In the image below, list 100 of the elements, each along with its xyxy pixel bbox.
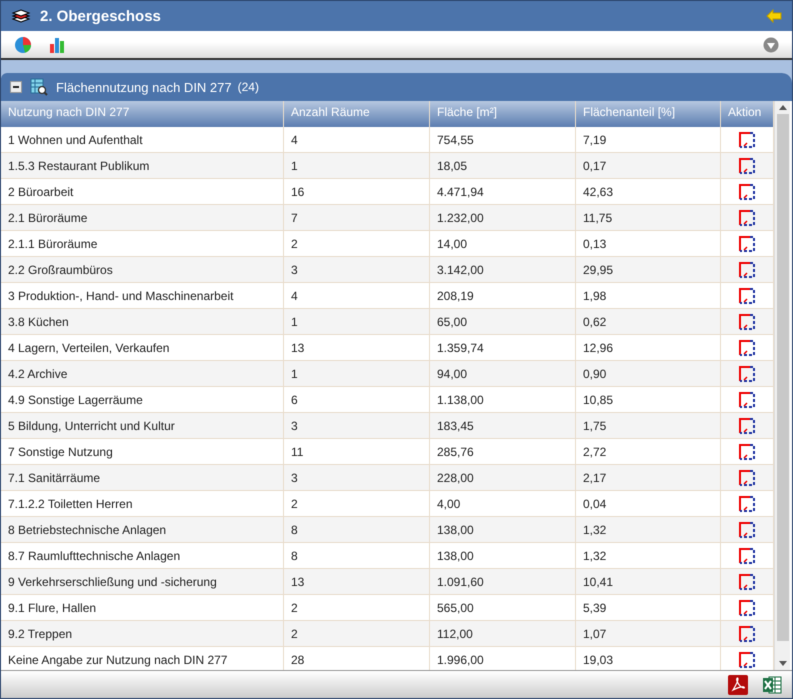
table-cell: 8.7 Raumlufttechnische Anlagen xyxy=(1,543,284,568)
table-cell: 13 xyxy=(284,335,430,360)
table-cell: 3 xyxy=(284,413,430,438)
table-cell: 4,00 xyxy=(430,491,576,516)
table-cell: 3.142,00 xyxy=(430,257,576,282)
table-cell: 754,55 xyxy=(430,127,576,152)
table-cell: 18,05 xyxy=(430,153,576,178)
table-cell: 2 xyxy=(284,595,430,620)
table-cell: 1 xyxy=(284,309,430,334)
table-cell: 5 Bildung, Unterricht und Kultur xyxy=(1,413,284,438)
table-cell: 5,39 xyxy=(576,595,721,620)
edit-frame-icon[interactable] xyxy=(739,132,755,148)
table-cell: 0,90 xyxy=(576,361,721,386)
dropdown-icon[interactable] xyxy=(763,36,779,52)
edit-frame-icon[interactable] xyxy=(739,340,755,356)
table-search-icon xyxy=(30,78,48,96)
table-cell: 9 Verkehrserschließung und -sicherung xyxy=(1,569,284,594)
table-cell: 11 xyxy=(284,439,430,464)
edit-frame-icon[interactable] xyxy=(739,288,755,304)
table-cell: 4 xyxy=(284,127,430,152)
table-cell: 3.8 Küchen xyxy=(1,309,284,334)
table-cell: 11,75 xyxy=(576,205,721,230)
table-cell: 16 xyxy=(284,179,430,204)
edit-frame-icon[interactable] xyxy=(739,366,755,382)
table-cell: 565,00 xyxy=(430,595,576,620)
table-cell: 1.138,00 xyxy=(430,387,576,412)
table-cell: 1.091,60 xyxy=(430,569,576,594)
table-cell: 4.471,94 xyxy=(430,179,576,204)
table-cell: 2,17 xyxy=(576,465,721,490)
collapse-toggle[interactable] xyxy=(10,81,22,93)
edit-frame-icon[interactable] xyxy=(739,210,755,226)
table-cell: 1.359,74 xyxy=(430,335,576,360)
table-cell: 1 Wohnen und Aufenthalt xyxy=(1,127,284,152)
pie-chart-icon[interactable] xyxy=(14,36,32,54)
table-cell: 6 xyxy=(284,387,430,412)
table-cell: 1.232,00 xyxy=(430,205,576,230)
table-cell: 0,13 xyxy=(576,231,721,256)
table-cell: 3 Produktion-, Hand- und Maschinenarbeit xyxy=(1,283,284,308)
table-cell: 1,98 xyxy=(576,283,721,308)
table-cell: 2 xyxy=(284,491,430,516)
table-cell: 183,45 xyxy=(430,413,576,438)
table-cell: 7.1.2.2 Toiletten Herren xyxy=(1,491,284,516)
table-cell: 7 Sonstige Nutzung xyxy=(1,439,284,464)
table-cell: 65,00 xyxy=(430,309,576,334)
edit-frame-icon[interactable] xyxy=(739,158,755,174)
table-cell: 9.2 Treppen xyxy=(1,621,284,646)
table-cell: 0,62 xyxy=(576,309,721,334)
table-cell: 1,32 xyxy=(576,517,721,542)
table-cell: 1,07 xyxy=(576,621,721,646)
scroll-down-icon[interactable] xyxy=(778,661,786,666)
table-cell: 8 xyxy=(284,517,430,542)
edit-frame-icon[interactable] xyxy=(739,496,755,512)
edit-frame-icon[interactable] xyxy=(739,314,755,330)
table-cell: 228,00 xyxy=(430,465,576,490)
edit-frame-icon[interactable] xyxy=(739,652,755,668)
table-cell: 29,95 xyxy=(576,257,721,282)
table-cell: 2 xyxy=(284,621,430,646)
edit-frame-icon[interactable] xyxy=(739,418,755,434)
table-cell: 13 xyxy=(284,569,430,594)
edit-frame-icon[interactable] xyxy=(739,548,755,564)
back-arrow-icon[interactable] xyxy=(766,9,782,23)
edit-frame-icon[interactable] xyxy=(739,236,755,252)
table-cell: 4 Lagern, Verteilen, Verkaufen xyxy=(1,335,284,360)
edit-frame-icon[interactable] xyxy=(739,184,755,200)
scrollbar[interactable] xyxy=(774,101,790,670)
pdf-icon[interactable] xyxy=(728,674,748,694)
table-cell: 2.1 Büroräume xyxy=(1,205,284,230)
table-cell: 7 xyxy=(284,205,430,230)
spreadsheet-icon[interactable] xyxy=(762,674,782,694)
table-cell: 10,85 xyxy=(576,387,721,412)
table-cell: 8 Betriebstechnische Anlagen xyxy=(1,517,284,542)
table-cell: 1,75 xyxy=(576,413,721,438)
edit-frame-icon[interactable] xyxy=(739,470,755,486)
edit-frame-icon[interactable] xyxy=(739,522,755,538)
table-cell: 94,00 xyxy=(430,361,576,386)
edit-frame-icon[interactable] xyxy=(739,444,755,460)
layers-icon xyxy=(11,8,31,24)
scroll-up-icon[interactable] xyxy=(778,105,786,110)
window-title: 2. Obergeschoss xyxy=(40,8,161,24)
edit-frame-icon[interactable] xyxy=(739,600,755,616)
table-cell: 12,96 xyxy=(576,335,721,360)
table-cell: 1.5.3 Restaurant Publikum xyxy=(1,153,284,178)
table-cell: 1 xyxy=(284,361,430,386)
table-cell: 7,19 xyxy=(576,127,721,152)
edit-frame-icon[interactable] xyxy=(739,626,755,642)
edit-frame-icon[interactable] xyxy=(739,262,755,278)
table-cell: 8 xyxy=(284,543,430,568)
item-count: (24) xyxy=(238,80,259,94)
table-cell: 3 xyxy=(284,465,430,490)
bar-chart-icon[interactable] xyxy=(48,36,66,54)
table-cell: 4 xyxy=(284,283,430,308)
edit-frame-icon[interactable] xyxy=(739,574,755,590)
table-cell: 1 xyxy=(284,153,430,178)
table-cell: 42,63 xyxy=(576,179,721,204)
table-cell: 208,19 xyxy=(430,283,576,308)
table-cell: 2,72 xyxy=(576,439,721,464)
table-cell: 14,00 xyxy=(430,231,576,256)
edit-frame-icon[interactable] xyxy=(739,392,755,408)
table-cell: 9.1 Flure, Hallen xyxy=(1,595,284,620)
table-cell: 1,32 xyxy=(576,543,721,568)
